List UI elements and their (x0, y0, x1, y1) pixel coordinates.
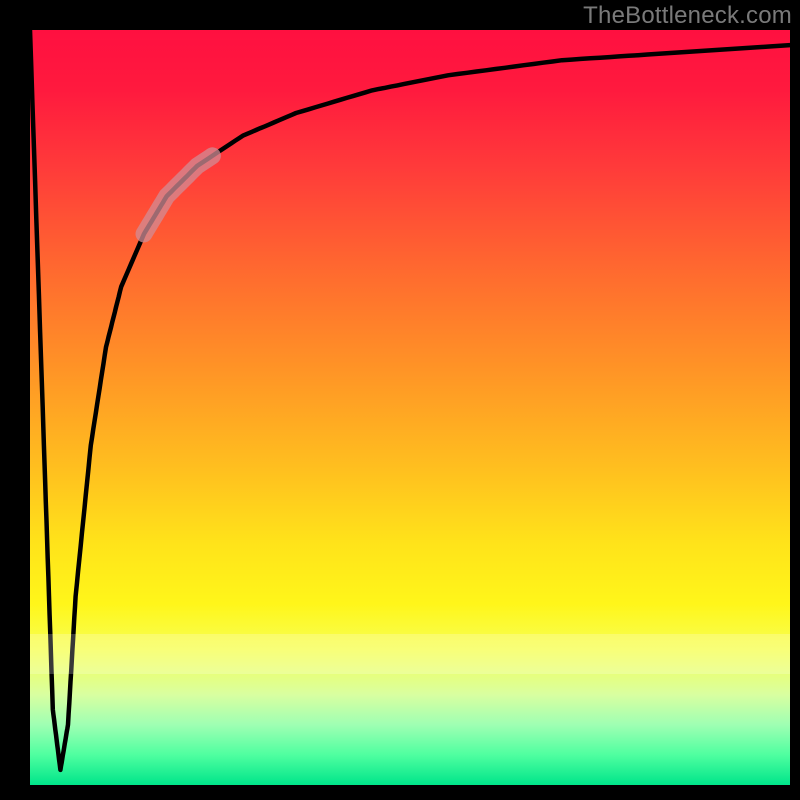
watermark-text: TheBottleneck.com (583, 2, 792, 30)
curve-svg (30, 30, 790, 785)
bottleneck-curve-path (30, 30, 790, 770)
plot-area (30, 30, 790, 785)
chart-frame: TheBottleneck.com (0, 0, 800, 800)
highlight-segment-path (144, 156, 212, 234)
